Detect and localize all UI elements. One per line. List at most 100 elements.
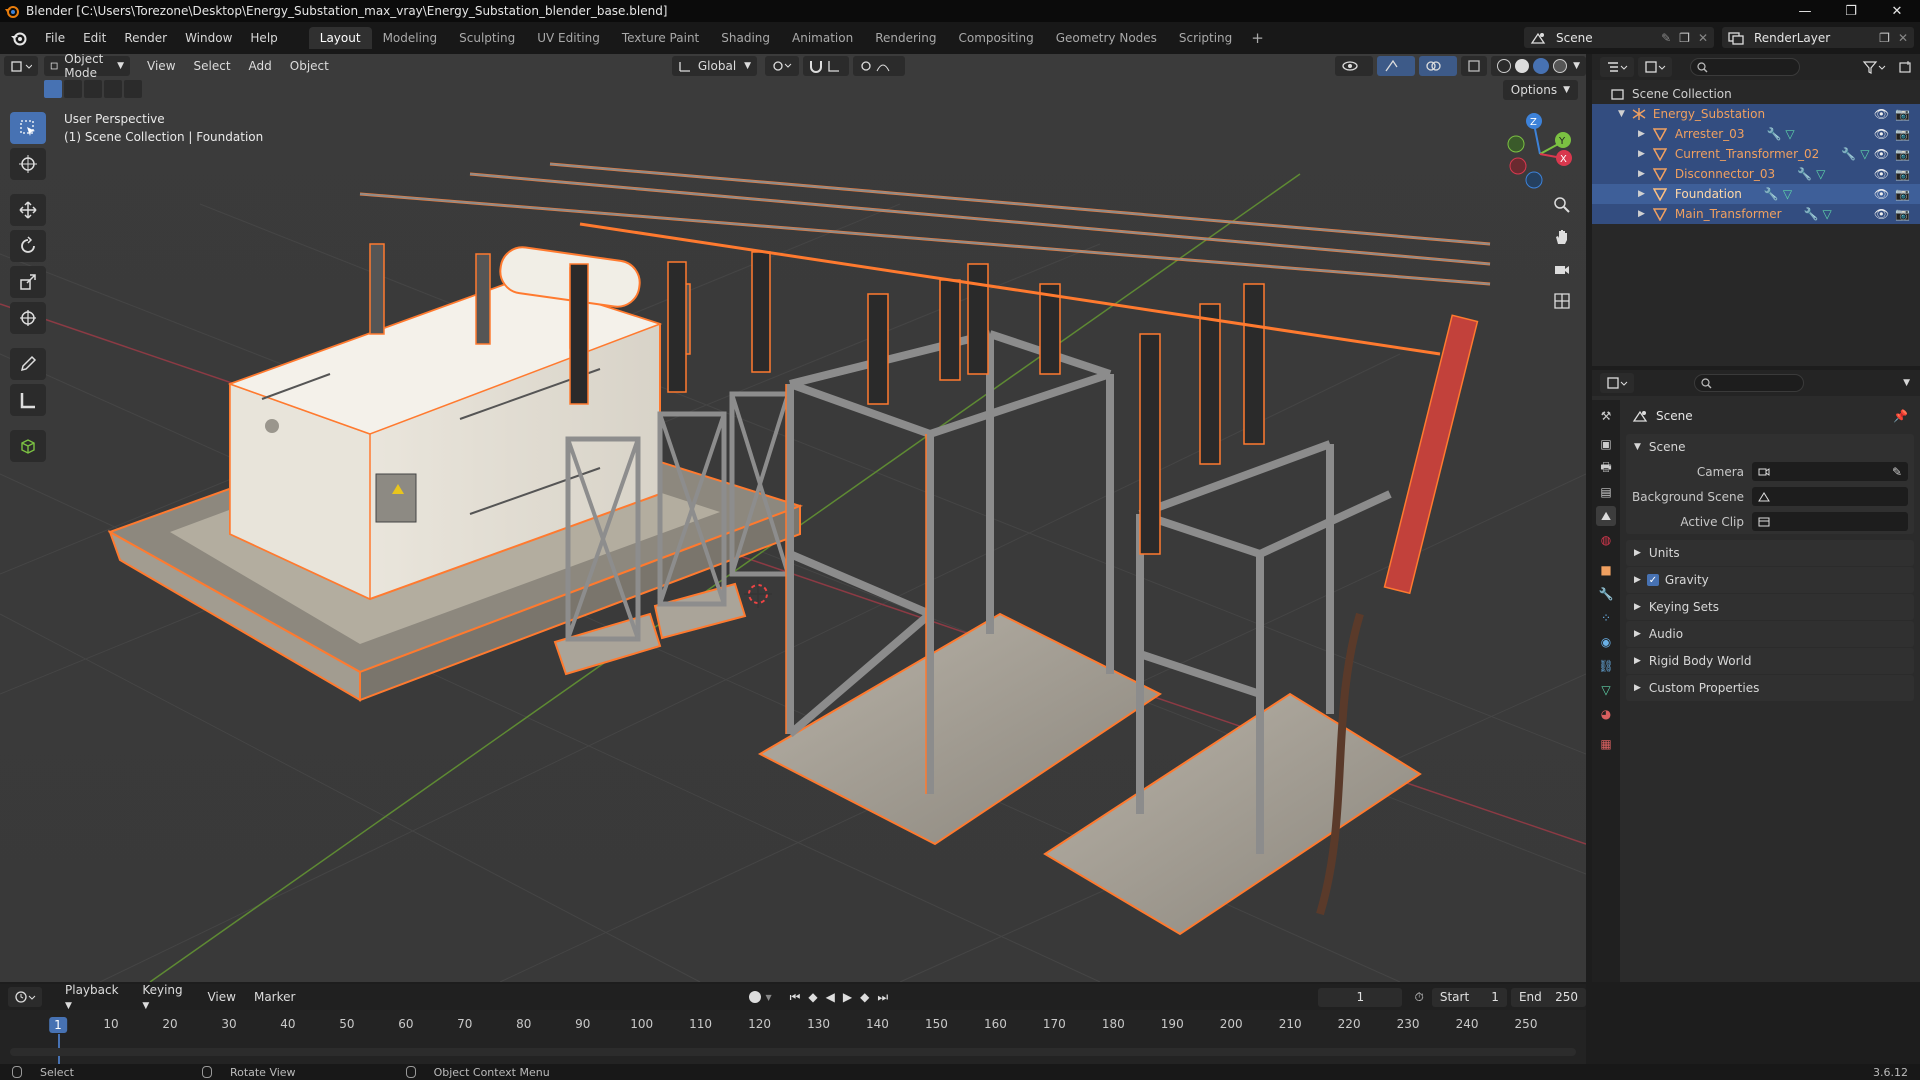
zoom-icon[interactable]: [1548, 192, 1576, 218]
proportional-edit-toggle[interactable]: [853, 56, 906, 76]
snap-toggle[interactable]: [803, 56, 850, 76]
select-new-icon[interactable]: [44, 80, 62, 98]
data-icon[interactable]: ▽: [1596, 680, 1616, 700]
expand-arrow-icon[interactable]: ▶: [1634, 548, 1641, 558]
physics-icon[interactable]: ◉: [1596, 632, 1616, 652]
delete-layer-icon[interactable]: ✕: [1898, 31, 1908, 45]
eye-icon[interactable]: 👁: [1874, 187, 1889, 201]
scene-panel-header[interactable]: ▼ Scene: [1626, 434, 1914, 459]
properties-search-input[interactable]: [1694, 374, 1804, 392]
wireframe-shading-icon[interactable]: [1497, 59, 1512, 73]
mesh-data-icon[interactable]: ▽: [1785, 127, 1794, 141]
outliner-scene-collection[interactable]: Scene Collection: [1592, 84, 1920, 104]
timeline-menu-keying[interactable]: Keying ▼: [133, 983, 198, 1011]
tool-icon[interactable]: ⚒: [1596, 406, 1616, 426]
expand-arrow-icon[interactable]: ▶: [1638, 209, 1645, 219]
end-frame-field[interactable]: End 250: [1510, 987, 1587, 1007]
menu-render[interactable]: Render: [115, 31, 176, 45]
camera-render-icon[interactable]: 📷: [1895, 107, 1910, 121]
measure-tool[interactable]: [10, 384, 46, 416]
play-reverse-icon[interactable]: ◀: [826, 990, 835, 1004]
keying-sets-panel[interactable]: ▶ Keying Sets: [1626, 594, 1914, 620]
properties-editor-type-button[interactable]: [1600, 373, 1634, 393]
camera-field[interactable]: ✎: [1752, 462, 1908, 481]
timeline-frame-ruler[interactable]: 1 10 20 30 40 50 60 70 80 90 100 110 120 130 140 150 160…: [0, 1014, 1586, 1064]
eye-icon[interactable]: 👁: [1874, 167, 1889, 181]
expand-arrow-icon[interactable]: ▶: [1634, 683, 1641, 693]
tab-sculpting[interactable]: Sculpting: [448, 27, 526, 49]
view-layer-icon[interactable]: ▤: [1596, 482, 1616, 502]
mesh-data-icon[interactable]: ▽: [1823, 207, 1832, 221]
camera-view-icon[interactable]: [1548, 256, 1576, 282]
expand-arrow-icon[interactable]: ▶: [1634, 575, 1641, 585]
menu-help[interactable]: Help: [241, 31, 286, 45]
outliner-item-arrester[interactable]: ▶ Arrester_03 🔧 ▽ 👁 📷: [1592, 124, 1920, 144]
transform-orientation-dropdown[interactable]: Global ▼: [671, 56, 758, 76]
editor-type-button[interactable]: [4, 56, 38, 76]
scale-tool[interactable]: [10, 266, 46, 298]
outliner-item-foundation[interactable]: ▶ Foundation 🔧 ▽ 👁 📷: [1592, 184, 1920, 204]
custom-properties-panel[interactable]: ▶ Custom Properties: [1626, 675, 1914, 701]
orthographic-grid-icon[interactable]: [1548, 288, 1576, 314]
camera-render-icon[interactable]: 📷: [1895, 167, 1910, 181]
display-mode-dropdown[interactable]: [1638, 57, 1672, 77]
outliner-editor-type-button[interactable]: [1600, 57, 1634, 77]
select-invert-icon[interactable]: [104, 80, 122, 98]
xray-toggle[interactable]: [1461, 56, 1488, 76]
jump-end-icon[interactable]: ⏭: [877, 990, 888, 1005]
select-extend-icon[interactable]: [64, 80, 82, 98]
modifier-wrench-icon[interactable]: 🔧: [1797, 167, 1812, 181]
scene-selector[interactable]: Scene ✎ ❐ ✕: [1524, 27, 1714, 48]
modifier-wrench-icon[interactable]: 🔧: [1766, 127, 1781, 141]
collapse-arrow-icon[interactable]: ▼: [1634, 442, 1641, 452]
viewport-scene[interactable]: Z Y X: [0, 54, 1586, 982]
camera-render-icon[interactable]: 📷: [1895, 127, 1910, 141]
object-mode-dropdown[interactable]: Object Mode ▼: [44, 54, 131, 80]
mesh-data-icon[interactable]: ▽: [1860, 147, 1869, 161]
overlays-toggle[interactable]: [1419, 56, 1458, 76]
3d-viewport[interactable]: Z Y X Object Mode ▼ View Select Add Obje…: [0, 54, 1586, 982]
tab-texture-paint[interactable]: Texture Paint: [611, 27, 710, 49]
rigid-body-world-panel[interactable]: ▶ Rigid Body World: [1626, 648, 1914, 674]
add-workspace-button[interactable]: +: [1243, 29, 1272, 47]
menu-edit[interactable]: Edit: [74, 31, 115, 45]
eye-icon[interactable]: 👁: [1874, 147, 1889, 161]
blender-menu-icon[interactable]: [10, 29, 28, 47]
material-icon[interactable]: ◕: [1596, 704, 1616, 724]
tab-uv-editing[interactable]: UV Editing: [526, 27, 611, 49]
outliner-item-disconnector[interactable]: ▶ Disconnector_03 🔧 ▽ 👁 📷: [1592, 164, 1920, 184]
timeline-editor-type-button[interactable]: [8, 987, 42, 1007]
audio-panel[interactable]: ▶ Audio: [1626, 621, 1914, 647]
tab-animation[interactable]: Animation: [781, 27, 864, 49]
expand-arrow-icon[interactable]: ▶: [1634, 656, 1641, 666]
menu-file[interactable]: File: [36, 31, 74, 45]
expand-arrow-icon[interactable]: ▶: [1638, 129, 1645, 139]
play-icon[interactable]: ▶: [843, 990, 852, 1004]
output-icon[interactable]: 🖶: [1596, 458, 1616, 478]
add-cube-tool[interactable]: [10, 430, 46, 462]
gravity-panel[interactable]: ▶ ✓ Gravity: [1626, 567, 1914, 593]
eye-icon[interactable]: 👁: [1874, 127, 1889, 141]
modifier-wrench-icon[interactable]: 🔧: [1804, 207, 1819, 221]
tab-layout[interactable]: Layout: [308, 27, 372, 49]
minimize-button[interactable]: —: [1782, 0, 1828, 22]
outliner-item-current-transformer[interactable]: ▶ Current_Transformer_02 🔧 ▽ 👁 📷: [1592, 144, 1920, 164]
viewport-menu-view[interactable]: View: [138, 59, 184, 73]
tab-scripting[interactable]: Scripting: [1168, 27, 1243, 49]
world-icon[interactable]: ◍: [1596, 530, 1616, 550]
pivot-point-dropdown[interactable]: [765, 56, 800, 76]
eye-icon[interactable]: 👁: [1874, 207, 1889, 221]
modifier-wrench-icon[interactable]: 🔧: [1764, 187, 1779, 201]
eye-icon[interactable]: 👁: [1874, 107, 1889, 121]
outliner-search-input[interactable]: [1690, 58, 1800, 76]
material-shading-icon[interactable]: [1533, 58, 1550, 74]
camera-render-icon[interactable]: 📷: [1895, 187, 1910, 201]
select-intersect-icon[interactable]: [124, 80, 142, 98]
camera-render-icon[interactable]: 📷: [1895, 147, 1910, 161]
current-frame-field[interactable]: 1: [1318, 987, 1403, 1007]
viewport-menu-select[interactable]: Select: [185, 59, 240, 73]
timeline-scrollbar[interactable]: [10, 1048, 1576, 1056]
modifier-icon[interactable]: 🔧: [1596, 584, 1616, 604]
viewport-menu-object[interactable]: Object: [281, 59, 338, 73]
move-tool[interactable]: [10, 194, 46, 226]
